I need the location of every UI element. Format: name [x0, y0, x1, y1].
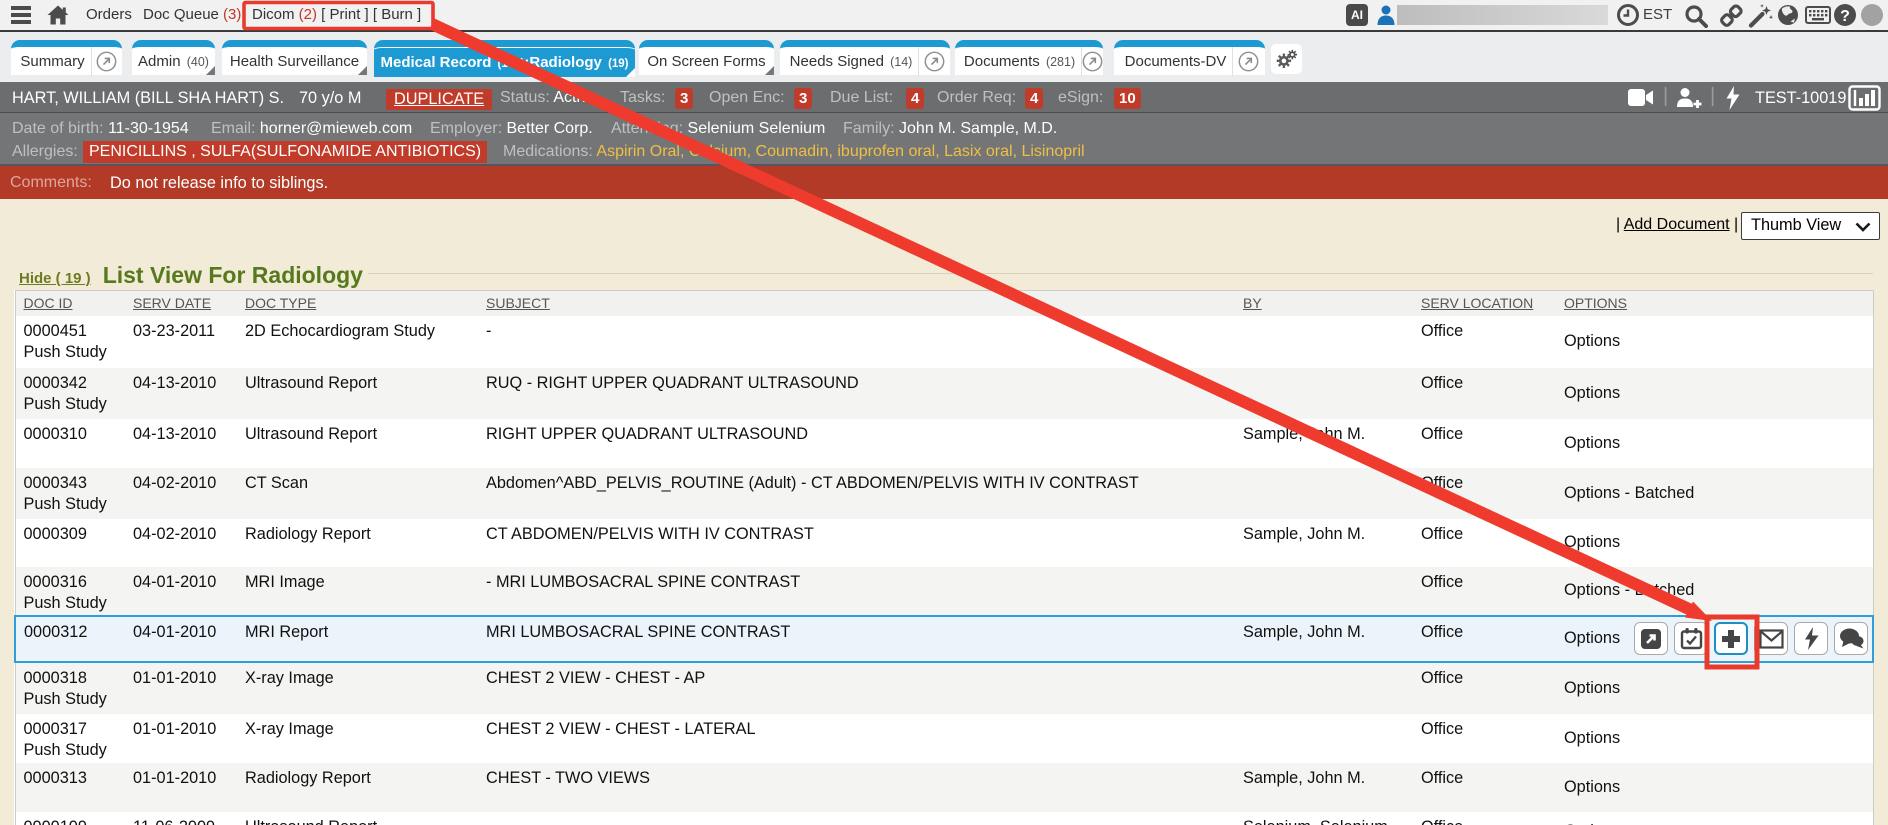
svg-text:?: ?: [1840, 8, 1850, 25]
